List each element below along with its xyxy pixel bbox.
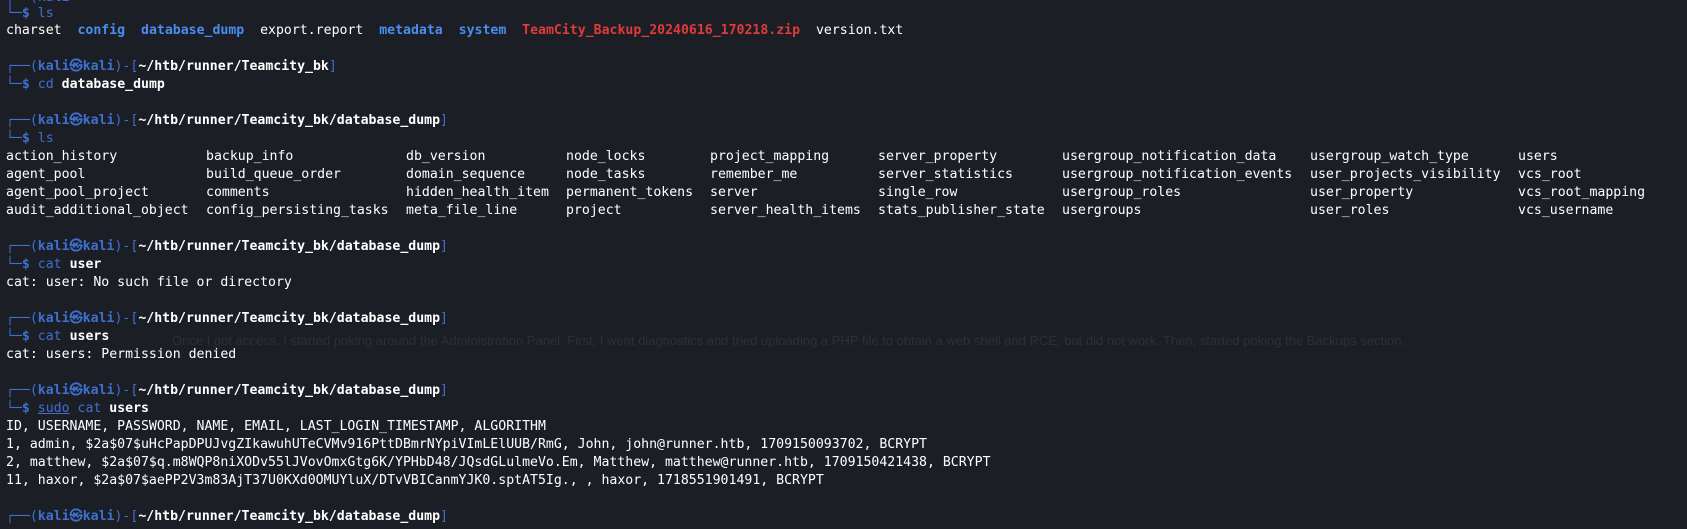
table-file-entry: domain_sequence bbox=[406, 167, 526, 182]
table-file-entry: meta_file_line bbox=[406, 203, 518, 218]
error-output: cat: users: Permission denied bbox=[6, 347, 237, 362]
prompt-header: ┌──(kali㉿kali)-[~/htb/runner/Teamcity_bk… bbox=[6, 311, 448, 326]
table-file-entry: node_locks bbox=[566, 149, 646, 164]
prompt-command-line: └─$ sudo cat users bbox=[6, 401, 149, 416]
table-file-entry: action_history bbox=[6, 149, 118, 164]
prompt-command-line: └─$ ls bbox=[6, 6, 54, 21]
dir-entry: metadata bbox=[379, 23, 443, 38]
prompt-header: ┌──(kali㉿kali)-[~/htb/runner/Teamcity_bk… bbox=[6, 59, 337, 74]
dir-entry: database_dump bbox=[141, 23, 245, 38]
table-file-entry: permanent_tokens bbox=[566, 185, 694, 200]
table-file-entry: comments bbox=[206, 185, 270, 200]
background-page-text: Once I got access, I started poking arou… bbox=[172, 333, 1406, 348]
dir-entry: config bbox=[77, 23, 126, 38]
table-file-entry: single_row bbox=[878, 185, 958, 200]
table-file-entry: backup_info bbox=[206, 149, 294, 164]
users-header-row: ID, USERNAME, PASSWORD, NAME, EMAIL, LAS… bbox=[6, 419, 546, 434]
users-row: 11, haxor, $2a$07$aePP2V3m83AjT37U0KXd0O… bbox=[6, 473, 824, 488]
prompt-command-line: └─$ cat users bbox=[6, 329, 110, 344]
table-file-entry: stats_publisher_state bbox=[878, 203, 1045, 218]
table-file-entry: agent_pool bbox=[6, 167, 86, 182]
table-file-entry: agent_pool_project bbox=[6, 185, 149, 200]
table-file-entry: vcs_username bbox=[1518, 203, 1614, 218]
table-file-entry: usergroup_notification_data bbox=[1062, 149, 1277, 164]
error-output: cat: user: No such file or directory bbox=[6, 275, 292, 290]
table-file-entry: usergroups bbox=[1062, 203, 1142, 218]
table-file-entry: node_tasks bbox=[566, 167, 646, 182]
table-file-entry: remember_me bbox=[710, 167, 798, 182]
table-file-entry: vcs_root_mapping bbox=[1518, 185, 1646, 200]
table-file-entry: project bbox=[566, 203, 622, 218]
table-file-entry: build_queue_order bbox=[206, 167, 341, 182]
file-entry: charset bbox=[6, 23, 62, 38]
terminal-window[interactable]: Once I got access, I started poking arou… bbox=[0, 0, 1687, 529]
table-file-entry: user_projects_visibility bbox=[1310, 167, 1501, 182]
dir-entry: system bbox=[458, 23, 507, 38]
table-file-entry: usergroup_notification_events bbox=[1062, 167, 1293, 182]
table-file-entry: db_version bbox=[406, 149, 486, 164]
table-file-entry: usergroup_roles bbox=[1062, 185, 1182, 200]
table-file-entry: config_persisting_tasks bbox=[206, 203, 389, 218]
prompt-command-line: └─$ ls bbox=[6, 131, 54, 146]
prompt-header: ┌──(kali㉿kali)-[~/htb/runner/Teamcity_bk… bbox=[6, 383, 448, 398]
table-file-entry: user_property bbox=[1310, 185, 1414, 200]
table-file-entry: project_mapping bbox=[710, 149, 830, 164]
table-file-entry: users bbox=[1518, 149, 1558, 164]
table-file-entry: user_roles bbox=[1310, 203, 1390, 218]
prompt-header: ┌──(kali㉿kali)-[~/htb/runner/Teamcity_bk… bbox=[6, 509, 448, 524]
prompt-header: ┌──(kali㉿kali)-[~/htb/runner/Teamcity_bk… bbox=[6, 239, 448, 254]
file-entry: version.txt bbox=[815, 23, 904, 38]
prompt-command-line: └─$ cd database_dump bbox=[6, 77, 165, 92]
users-row: 1, admin, $2a$07$uHcPapDPUJvgZIkawuhUTeC… bbox=[6, 437, 927, 452]
ls-output: charset config database_dump export.repo… bbox=[6, 22, 903, 40]
file-entry: export.report bbox=[260, 23, 364, 38]
table-file-entry: server bbox=[710, 185, 758, 200]
table-file-entry: audit_additional_object bbox=[6, 203, 189, 218]
table-file-entry: server_statistics bbox=[878, 167, 1013, 182]
prompt-header: ┌──(kali㉿kali)-[~/htb/runner/Teamcity_bk… bbox=[6, 113, 448, 128]
table-file-entry: hidden_health_item bbox=[406, 185, 549, 200]
users-row: 2, matthew, $2a$07$q.m8WQP8niXODv55lJVov… bbox=[6, 455, 991, 470]
table-file-entry: server_property bbox=[878, 149, 998, 164]
table-file-entry: usergroup_watch_type bbox=[1310, 149, 1469, 164]
table-file-entry: server_health_items bbox=[710, 203, 861, 218]
prompt-command-line: └─$ cat user bbox=[6, 257, 102, 272]
table-file-entry: vcs_root bbox=[1518, 167, 1582, 182]
archive-entry: TeamCity_Backup_20240616_170218.zip bbox=[522, 23, 801, 38]
